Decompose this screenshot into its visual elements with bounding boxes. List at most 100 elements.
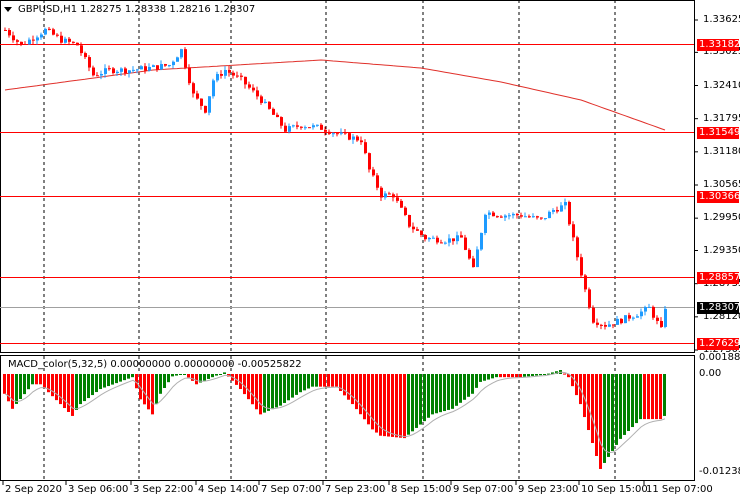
- macd-histogram-bar: [387, 374, 390, 437]
- macd-histogram-bar: [283, 374, 286, 403]
- candle-body: [412, 226, 415, 230]
- candle-body: [484, 214, 487, 233]
- macd-histogram-bar: [179, 374, 182, 375]
- macd-histogram-bar: [607, 374, 610, 457]
- candle-body: [32, 39, 35, 41]
- candle-body: [508, 215, 511, 217]
- macd-histogram-bar: [219, 374, 222, 375]
- macd-histogram-bar: [151, 374, 154, 415]
- macd-histogram-bar: [663, 374, 666, 416]
- macd-histogram-bar: [103, 374, 106, 388]
- macd-histogram-bar: [395, 374, 398, 438]
- candle-body: [352, 136, 355, 140]
- candle-body: [24, 44, 27, 46]
- candle-body: [552, 210, 555, 212]
- macd-histogram-bar: [259, 374, 262, 415]
- candle-body: [512, 213, 515, 216]
- candle-body: [632, 317, 635, 319]
- macd-histogram-bar: [299, 374, 302, 393]
- candle-body: [224, 69, 227, 76]
- candle-body: [400, 200, 403, 208]
- price-axis-label: 1.30565: [703, 178, 740, 190]
- candle-body: [504, 215, 507, 218]
- candle-body: [88, 57, 91, 68]
- candle-body: [132, 69, 135, 71]
- time-axis-label: 10 Sep 15:00: [581, 484, 648, 495]
- macd-histogram-bar: [355, 374, 358, 410]
- candle-body: [556, 210, 559, 212]
- candle-body: [580, 257, 583, 276]
- candle-body: [232, 72, 235, 76]
- candle-body: [8, 30, 11, 36]
- macd-histogram-bar: [415, 374, 418, 428]
- candle-body: [72, 41, 75, 43]
- macd-histogram-bar: [571, 374, 574, 387]
- macd-histogram-bar: [383, 374, 386, 437]
- candle-body: [544, 218, 547, 220]
- macd-histogram-bar: [99, 374, 102, 390]
- candle-body: [476, 249, 479, 268]
- candle-body: [96, 75, 99, 77]
- candle-body: [444, 242, 447, 244]
- ohlc-close: 1.28307: [213, 4, 256, 15]
- macd-histogram-bar: [95, 374, 98, 393]
- candle-body: [304, 127, 307, 129]
- candle-body: [664, 308, 667, 327]
- candle-body: [500, 216, 503, 218]
- current-price-tag: 1.28307: [697, 301, 740, 314]
- macd-histogram-bar: [131, 374, 134, 378]
- candle-body: [596, 322, 599, 325]
- candle-body: [564, 201, 567, 206]
- candle-body: [28, 39, 31, 45]
- candle-body: [196, 93, 199, 99]
- macd-histogram-bar: [211, 374, 214, 378]
- candle-body: [80, 45, 83, 54]
- time-axis-label: 7 Sep 07:00: [261, 484, 322, 495]
- macd-histogram-bar: [55, 374, 58, 401]
- macd-histogram-bar: [251, 374, 254, 405]
- candle-body: [424, 234, 427, 240]
- macd-histogram-bar: [471, 374, 474, 394]
- macd-histogram-bar: [527, 374, 530, 377]
- macd-histogram-bar: [403, 374, 406, 439]
- candle-body: [244, 76, 247, 85]
- level-price-tag: 1.30366: [697, 190, 740, 203]
- candle-body: [348, 133, 351, 140]
- macd-histogram-bar: [111, 374, 114, 385]
- macd-histogram-bar: [619, 374, 622, 439]
- macd-histogram-bar: [323, 374, 326, 387]
- candle-body: [428, 237, 431, 240]
- candle-body: [216, 74, 219, 81]
- candle-body: [136, 69, 139, 71]
- ohlc-high: 1.28338: [124, 4, 167, 15]
- collapse-triangle-icon[interactable]: [4, 6, 12, 12]
- candle-body: [84, 53, 87, 58]
- chart-header: GBPUSD,H1 1.28275 1.28338 1.28216 1.2830…: [4, 4, 255, 15]
- candle-body: [608, 324, 611, 327]
- candle-body: [600, 324, 603, 326]
- macd-histogram-bar: [267, 374, 270, 411]
- macd-histogram-bar: [447, 374, 450, 410]
- time-axis-label: 9 Sep 07:00: [453, 484, 514, 495]
- macd-histogram-bar: [451, 374, 454, 409]
- candle-body: [192, 83, 195, 94]
- macd-axis-label: 0.0018836: [699, 352, 740, 364]
- candle-body: [384, 193, 387, 198]
- symbol-label: GBPUSD,H1: [18, 4, 78, 15]
- macd-histogram-bar: [295, 374, 298, 395]
- candle-body: [560, 205, 563, 212]
- candle-body: [280, 117, 283, 126]
- macd-histogram-bar: [3, 374, 6, 394]
- macd-histogram-bar: [203, 374, 206, 381]
- macd-histogram-bar: [455, 374, 458, 406]
- macd-histogram-bar: [655, 374, 658, 420]
- candle-body: [588, 289, 591, 308]
- candle-body: [180, 49, 183, 58]
- candle-body: [612, 324, 615, 326]
- chart-canvas[interactable]: [0, 0, 740, 500]
- macd-histogram-bar: [187, 374, 190, 378]
- candle-body: [48, 28, 51, 30]
- macd-histogram-bar: [359, 374, 362, 415]
- candle-body: [188, 67, 191, 84]
- macd-histogram-bar: [319, 374, 322, 387]
